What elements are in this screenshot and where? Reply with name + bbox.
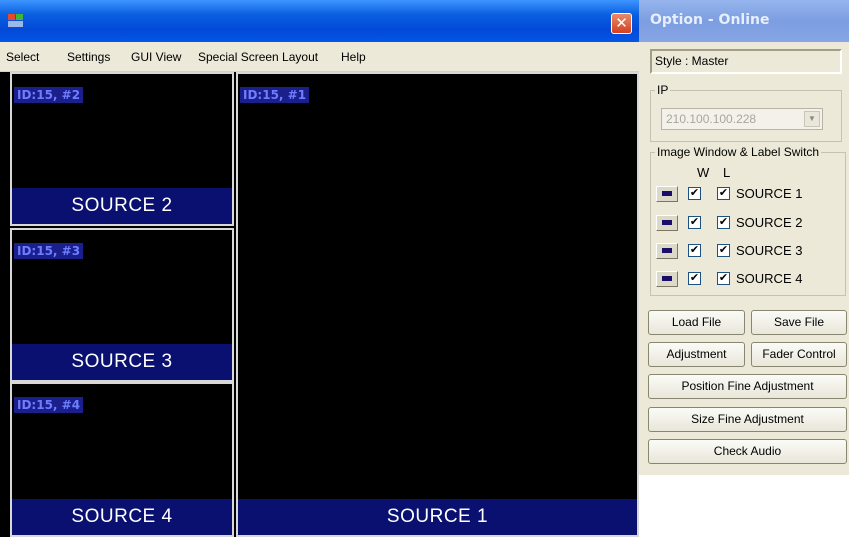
source-3-toggle-button[interactable]: [656, 243, 678, 259]
ip-value: 210.100.100.228: [666, 112, 757, 126]
source-2-label-checkbox[interactable]: ✔: [717, 216, 730, 229]
pane-label: SOURCE 1: [238, 499, 637, 535]
chevron-down-icon[interactable]: ▼: [804, 111, 820, 127]
menu-select[interactable]: Select: [6, 50, 39, 64]
pane-label: SOURCE 4: [12, 499, 232, 535]
source-1-label-checkbox[interactable]: ✔: [717, 187, 730, 200]
switch-row-source-3: ✔ ✔ SOURCE 3: [656, 241, 841, 261]
switch-row-source-2: ✔ ✔ SOURCE 2: [656, 213, 841, 233]
source-2-label: SOURCE 2: [736, 215, 803, 230]
menu-gui-view[interactable]: GUI View: [131, 50, 181, 64]
menu-settings[interactable]: Settings: [67, 50, 110, 64]
menubar: Select Settings GUI View Special Screen …: [0, 42, 639, 72]
style-display: Style : Master: [650, 49, 842, 74]
video-pane-source-2[interactable]: ID:15, #2 SOURCE 2: [10, 72, 234, 226]
main-titlebar[interactable]: ✕: [0, 0, 639, 42]
source-2-toggle-button[interactable]: [656, 215, 678, 231]
source-4-toggle-button[interactable]: [656, 271, 678, 287]
menu-help[interactable]: Help: [341, 50, 366, 64]
video-pane-source-4[interactable]: ID:15, #4 SOURCE 4: [10, 382, 234, 537]
source-1-label: SOURCE 1: [736, 186, 803, 201]
video-pane-source-3[interactable]: ID:15, #3 SOURCE 3: [10, 228, 234, 382]
source-3-window-checkbox[interactable]: ✔: [688, 244, 701, 257]
source-3-label: SOURCE 3: [736, 243, 803, 258]
source-1-window-checkbox[interactable]: ✔: [688, 187, 701, 200]
load-file-button[interactable]: Load File: [648, 310, 745, 335]
pane-id-tag: ID:15, #1: [240, 87, 310, 103]
column-header-w: W: [697, 165, 710, 180]
adjustment-button[interactable]: Adjustment: [648, 342, 745, 367]
source-2-window-checkbox[interactable]: ✔: [688, 216, 701, 229]
pane-label: SOURCE 2: [12, 188, 232, 224]
app-icon: [8, 14, 23, 27]
ip-select[interactable]: 210.100.100.228 ▼: [661, 108, 823, 130]
source-3-label-checkbox[interactable]: ✔: [717, 244, 730, 257]
size-fine-adjustment-button[interactable]: Size Fine Adjustment: [648, 407, 847, 432]
source-4-window-checkbox[interactable]: ✔: [688, 272, 701, 285]
pane-id-tag: ID:15, #2: [14, 87, 84, 103]
source-4-label: SOURCE 4: [736, 271, 803, 286]
fader-control-button[interactable]: Fader Control: [751, 342, 847, 367]
main-window: ✕ Select Settings GUI View Special Scree…: [0, 0, 639, 537]
save-file-button[interactable]: Save File: [751, 310, 847, 335]
option-titlebar[interactable]: Option - Online: [639, 0, 849, 42]
ip-group-label: IP: [655, 83, 671, 97]
option-body: Style : Master IP 210.100.100.228 ▼ Imag…: [639, 42, 849, 475]
source-1-toggle-button[interactable]: [656, 186, 678, 202]
switch-group-label: Image Window & Label Switch: [655, 145, 822, 159]
ip-group: IP 210.100.100.228 ▼: [650, 83, 842, 142]
column-header-l: L: [723, 165, 731, 180]
video-pane-source-1[interactable]: ID:15, #1 SOURCE 1: [236, 72, 639, 537]
option-panel: Option - Online Style : Master IP 210.10…: [639, 0, 849, 537]
position-fine-adjustment-button[interactable]: Position Fine Adjustment: [648, 374, 847, 399]
source-4-label-checkbox[interactable]: ✔: [717, 272, 730, 285]
check-audio-button[interactable]: Check Audio: [648, 439, 847, 464]
pane-id-tag: ID:15, #4: [14, 397, 84, 413]
pane-id-tag: ID:15, #3: [14, 243, 84, 259]
pane-label: SOURCE 3: [12, 344, 232, 380]
switch-row-source-1: ✔ ✔ SOURCE 1: [656, 184, 841, 204]
menu-special-screen-layout[interactable]: Special Screen Layout: [198, 50, 318, 64]
close-icon: ✕: [615, 14, 628, 32]
switch-row-source-4: ✔ ✔ SOURCE 4: [656, 269, 841, 289]
option-title: Option - Online: [650, 12, 770, 28]
close-button[interactable]: ✕: [611, 13, 632, 34]
